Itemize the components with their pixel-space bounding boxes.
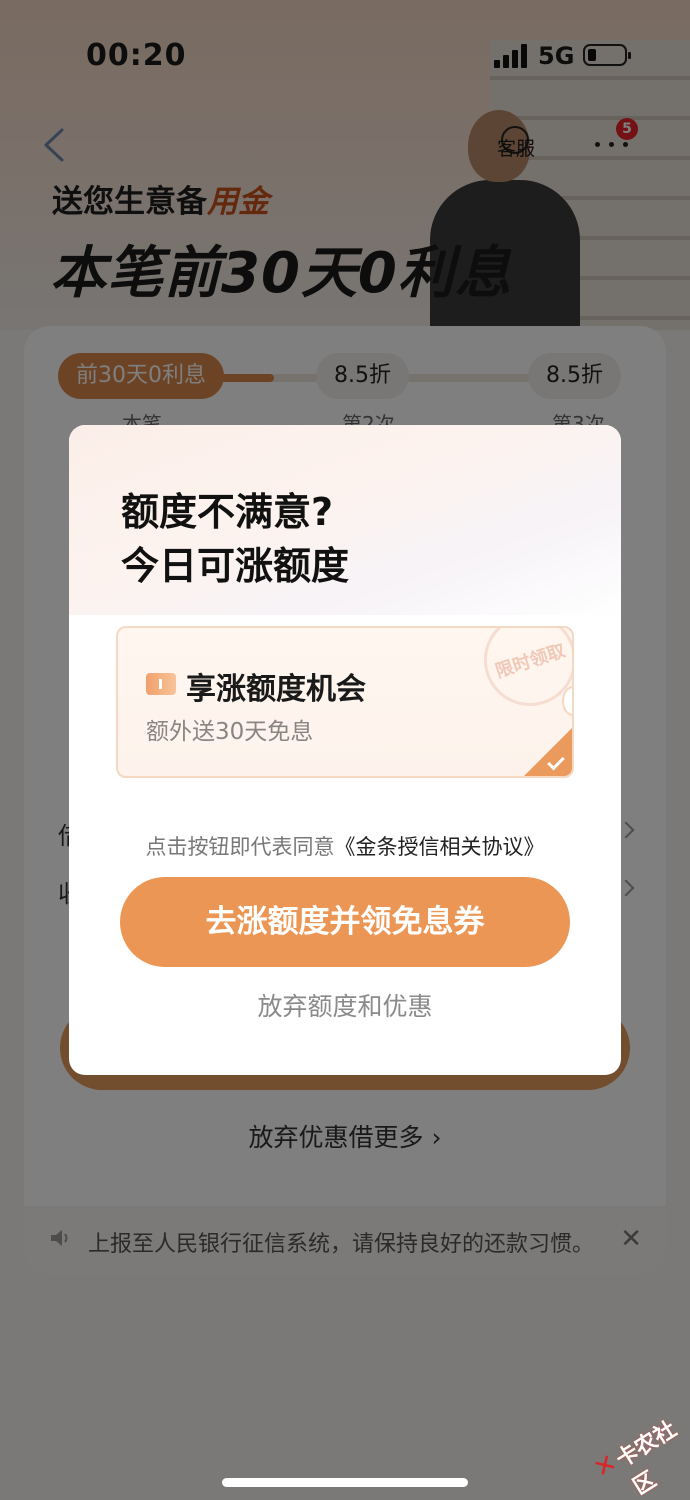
dialog-title-line1: 额度不满意?	[121, 490, 334, 534]
coupon-notch	[562, 686, 572, 716]
dialog-title-line2: 今日可涨额度	[121, 544, 350, 588]
increase-limit-dialog: 额度不满意? 今日可涨额度 限时领取 享涨额度机会 额外送30天免息 点击按钮即…	[69, 425, 621, 1075]
coupon-subtitle: 额外送30天免息	[146, 719, 314, 745]
coupon-title: 享涨额度机会	[186, 672, 366, 707]
agreement-text: 点击按钮即代表同意《金条授信相关协议》	[69, 831, 621, 861]
selected-corner	[524, 728, 572, 776]
stamp-text: 限时领取	[492, 640, 568, 683]
limit-increase-coupon[interactable]: 限时领取 享涨额度机会 额外送30天免息	[116, 626, 574, 778]
agreement-link[interactable]: 《金条授信相关协议》	[335, 835, 545, 859]
increase-limit-button[interactable]: 去涨额度并领免息券	[120, 877, 570, 967]
ticket-icon	[146, 673, 176, 695]
agreement-prefix: 点击按钮即代表同意	[145, 835, 335, 859]
limited-time-stamp: 限时领取	[472, 628, 572, 718]
giveup-button[interactable]: 放弃额度和优惠	[69, 987, 621, 1023]
dialog-title: 额度不满意? 今日可涨额度	[121, 485, 349, 593]
home-indicator[interactable]	[222, 1478, 468, 1487]
